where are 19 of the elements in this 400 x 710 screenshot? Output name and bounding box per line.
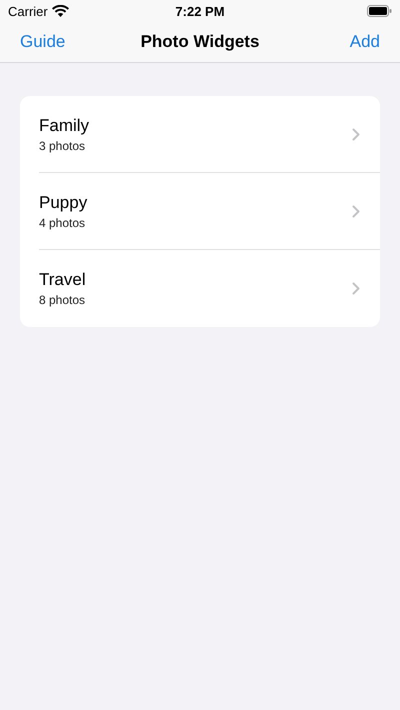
carrier-name: Carrier	[8, 4, 48, 18]
album-row[interactable]: Travel 8 photos	[20, 250, 380, 327]
chevron-icon	[352, 282, 360, 295]
add-button[interactable]: Add	[342, 28, 388, 56]
album-row[interactable]: Puppy 4 photos	[20, 173, 380, 250]
chevron-icon	[352, 205, 360, 218]
status-time: 7:22 PM	[175, 4, 225, 18]
wifi-icon	[52, 5, 69, 17]
battery-icon	[367, 5, 392, 17]
album-row[interactable]: Family 3 photos	[20, 96, 380, 173]
photo-count: 3 photos	[39, 139, 86, 153]
guide-button[interactable]: Guide	[12, 28, 74, 56]
photo-count: 4 photos	[39, 216, 86, 230]
album-name: Family	[39, 116, 90, 136]
album-name: Puppy	[39, 193, 88, 213]
photo-count: 8 photos	[39, 293, 86, 307]
album-name: Travel	[39, 270, 86, 290]
screen-title: Photo Widgets	[140, 32, 260, 52]
chevron-icon	[352, 128, 360, 141]
